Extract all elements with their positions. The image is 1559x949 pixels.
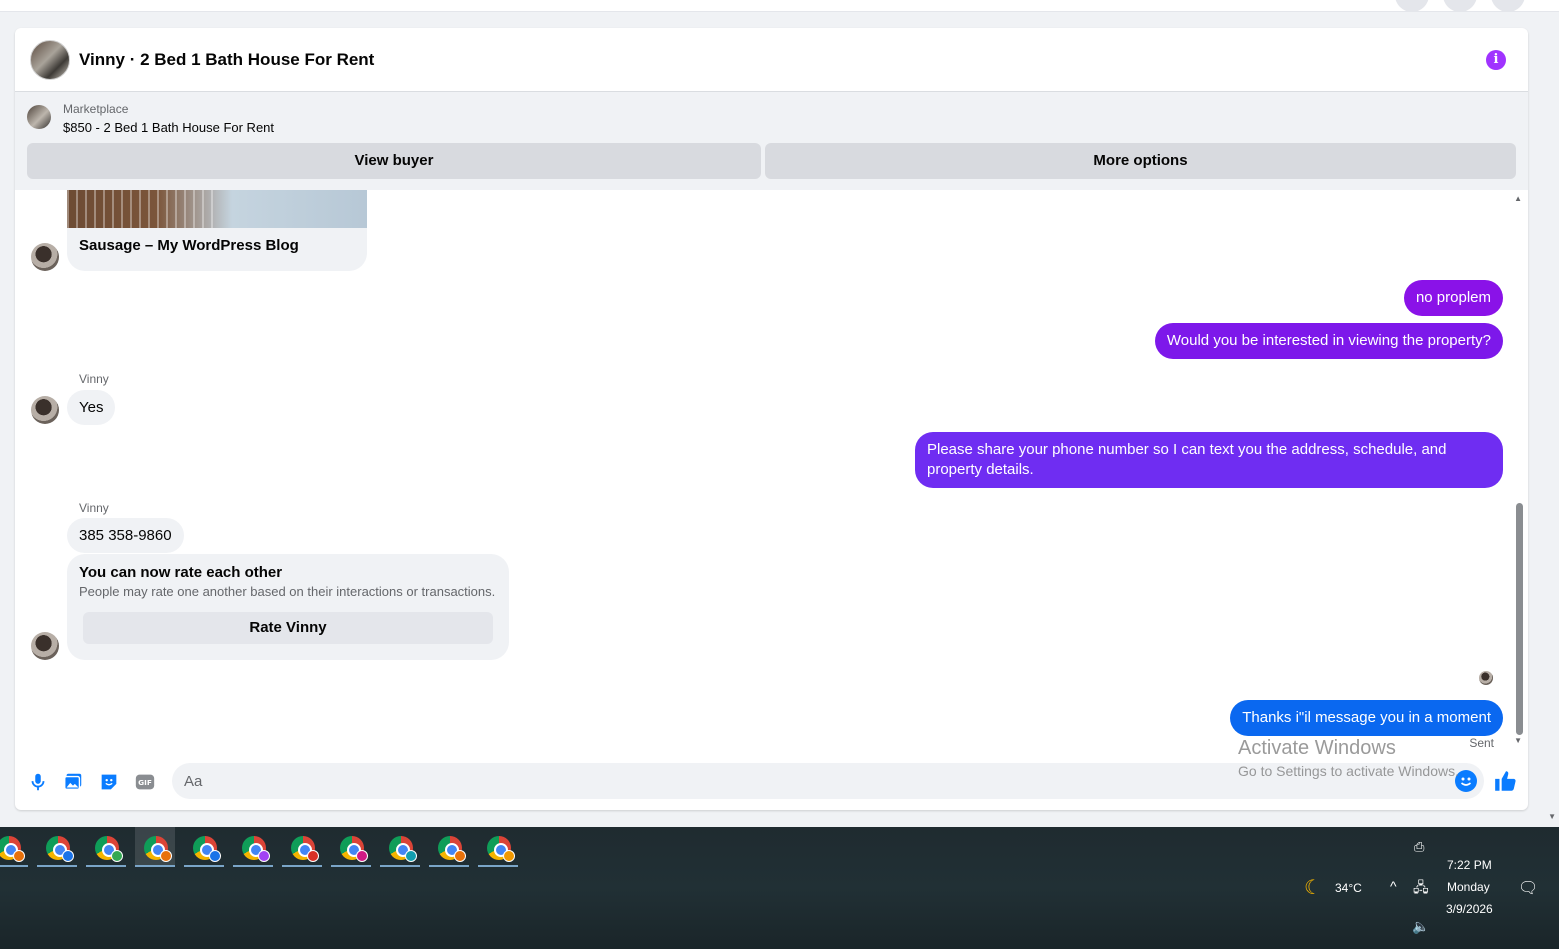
chat-header: Vinny · 2 Bed 1 Bath House For Rent i <box>15 28 1528 92</box>
marketplace-label: Marketplace <box>63 102 129 116</box>
sticker-icon[interactable] <box>98 771 120 793</box>
view-buyer-button[interactable]: View buyer <box>27 143 761 179</box>
incoming-message[interactable]: 385 358-9860 <box>67 518 184 553</box>
page-scroll-down-arrow[interactable]: ▼ <box>1548 812 1556 821</box>
clock-day[interactable]: Monday <box>1447 880 1490 894</box>
listing-title[interactable]: $850 - 2 Bed 1 Bath House For Rent <box>63 120 274 135</box>
sender-avatar[interactable] <box>31 396 59 424</box>
info-icon[interactable]: i <box>1486 50 1506 70</box>
rating-card: You can now rate each other People may r… <box>67 554 509 660</box>
top-icon-button[interactable] <box>1443 0 1477 12</box>
meet-now-icon[interactable]: ⎙ <box>1414 839 1424 855</box>
chrome-taskbar-app[interactable] <box>380 827 420 867</box>
message-input[interactable] <box>172 763 1484 799</box>
weather-temperature[interactable]: 34°C <box>1335 881 1362 895</box>
clock-date[interactable]: 3/9/2026 <box>1446 902 1493 916</box>
clock-time[interactable]: 7:22 PM <box>1447 858 1492 872</box>
link-preview-title: Sausage – My WordPress Blog <box>79 237 299 254</box>
listing-thumbnail[interactable] <box>27 105 51 129</box>
message-status: Sent <box>1469 736 1494 750</box>
show-hidden-icons-chevron-icon[interactable]: ^ <box>1390 878 1397 894</box>
chrome-taskbar-app[interactable] <box>184 827 224 867</box>
chat-window: Vinny · 2 Bed 1 Bath House For Rent i Ma… <box>15 28 1528 810</box>
profile-avatar[interactable] <box>1491 0 1525 12</box>
outgoing-message[interactable]: no proplem <box>1403 280 1503 316</box>
windows-taskbar: ⎙ ☾ 34°C ^ 🖧 🔈 7:22 PM Monday 3/9/2026 🗨 <box>0 827 1559 949</box>
outgoing-message[interactable]: Please share your phone number so I can … <box>915 432 1503 488</box>
emoji-icon[interactable] <box>1455 770 1477 792</box>
chrome-taskbar-app[interactable] <box>0 827 28 867</box>
chrome-taskbar-app[interactable] <box>86 827 126 867</box>
rating-subtitle: People may rate one another based on the… <box>79 584 496 599</box>
browser-top-strip <box>0 0 1559 12</box>
thumbs-up-icon[interactable] <box>1493 768 1519 794</box>
top-icon-button[interactable] <box>1395 0 1429 12</box>
chrome-taskbar-app[interactable] <box>233 827 273 867</box>
message-list[interactable]: ▲ ▼ Sausage – My WordPress Blog no propl… <box>15 190 1528 750</box>
seen-indicator-avatar <box>1479 671 1493 685</box>
svg-text:GIF: GIF <box>138 778 152 787</box>
chrome-taskbar-app[interactable] <box>478 827 518 867</box>
incoming-message[interactable]: Yes <box>67 390 116 425</box>
scroll-up-arrow[interactable]: ▲ <box>1514 194 1522 203</box>
photo-icon[interactable] <box>62 771 84 793</box>
chrome-taskbar-app[interactable] <box>331 827 371 867</box>
rate-vinny-button[interactable]: Rate Vinny <box>83 612 493 644</box>
contact-avatar[interactable] <box>30 39 70 80</box>
chrome-taskbar-app[interactable] <box>282 827 322 867</box>
chrome-taskbar-app[interactable] <box>429 827 469 867</box>
microphone-icon[interactable] <box>27 771 49 793</box>
network-icon[interactable]: 🖧 <box>1413 877 1429 901</box>
sender-name: Vinny <box>79 501 109 515</box>
scroll-down-arrow[interactable]: ▼ <box>1514 736 1522 745</box>
chrome-taskbar-app[interactable] <box>135 827 175 867</box>
chrome-taskbar-app[interactable] <box>37 827 77 867</box>
message-composer: GIF <box>15 750 1528 810</box>
gif-icon[interactable]: GIF <box>134 771 156 793</box>
marketplace-banner: Marketplace $850 - 2 Bed 1 Bath House Fo… <box>15 92 1528 190</box>
rating-title: You can now rate each other <box>79 564 283 581</box>
scrollbar-thumb[interactable] <box>1516 503 1523 735</box>
more-options-button[interactable]: More options <box>765 143 1516 179</box>
sender-name: Vinny <box>79 372 109 386</box>
weather-moon-icon[interactable]: ☾ <box>1304 875 1322 900</box>
link-preview-image <box>67 190 367 228</box>
chat-title[interactable]: Vinny · 2 Bed 1 Bath House For Rent <box>79 50 374 70</box>
notification-center-icon[interactable]: 🗨 <box>1518 878 1538 898</box>
sender-avatar[interactable] <box>31 632 59 660</box>
sender-avatar[interactable] <box>31 243 59 271</box>
link-preview-card[interactable]: Sausage – My WordPress Blog <box>67 190 367 271</box>
outgoing-message[interactable]: Would you be interested in viewing the p… <box>1154 323 1503 359</box>
volume-icon[interactable]: 🔈 <box>1412 918 1429 935</box>
outgoing-message[interactable]: Thanks i"il message you in a moment <box>1230 700 1503 736</box>
